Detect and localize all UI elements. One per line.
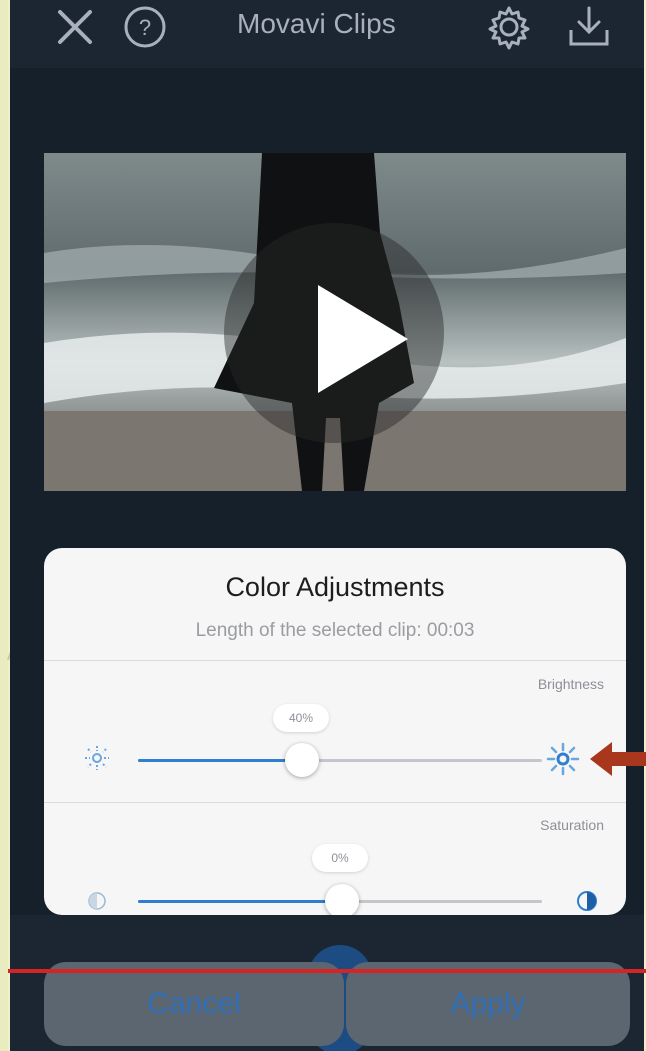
annotation-red-line bbox=[8, 969, 646, 973]
gear-icon[interactable] bbox=[484, 2, 534, 52]
saturation-slider-thumb[interactable] bbox=[325, 884, 359, 915]
brightness-track-fill bbox=[138, 759, 300, 762]
saturation-high-icon[interactable] bbox=[572, 886, 602, 915]
panel-subtitle: Length of the selected clip: 00:03 bbox=[195, 620, 475, 641]
saturation-low-icon[interactable] bbox=[84, 888, 110, 914]
phone-screen: ? Movavi Clips Color Adjustments Length … bbox=[10, 0, 644, 1051]
brightness-value-bubble: 40% bbox=[273, 704, 329, 732]
annotation-arrow-icon bbox=[590, 742, 646, 776]
cancel-button[interactable]: Cancel bbox=[44, 962, 344, 1046]
download-icon[interactable] bbox=[565, 4, 613, 50]
divider bbox=[44, 660, 626, 661]
color-adjustments-panel: Color Adjustments Length of the selected… bbox=[44, 548, 626, 915]
help-icon[interactable]: ? bbox=[122, 4, 168, 50]
panel-title: Color Adjustments bbox=[225, 572, 445, 602]
divider bbox=[44, 802, 626, 803]
saturation-value-bubble: 0% bbox=[312, 844, 368, 872]
play-icon[interactable] bbox=[308, 279, 418, 399]
apply-button[interactable]: Apply bbox=[346, 962, 630, 1046]
brightness-slider-thumb[interactable] bbox=[285, 743, 319, 777]
svg-text:?: ? bbox=[139, 15, 151, 40]
sun-dim-icon[interactable] bbox=[82, 743, 112, 773]
close-icon[interactable] bbox=[54, 6, 96, 48]
saturation-label: Saturation bbox=[540, 817, 604, 833]
saturation-track-fill bbox=[138, 900, 340, 903]
brightness-label: Brightness bbox=[537, 676, 604, 692]
video-preview[interactable] bbox=[44, 153, 626, 491]
top-bar: ? Movavi Clips bbox=[10, 0, 644, 68]
sun-bright-icon[interactable] bbox=[546, 742, 580, 776]
app-title: Movavi Clips bbox=[237, 8, 396, 39]
